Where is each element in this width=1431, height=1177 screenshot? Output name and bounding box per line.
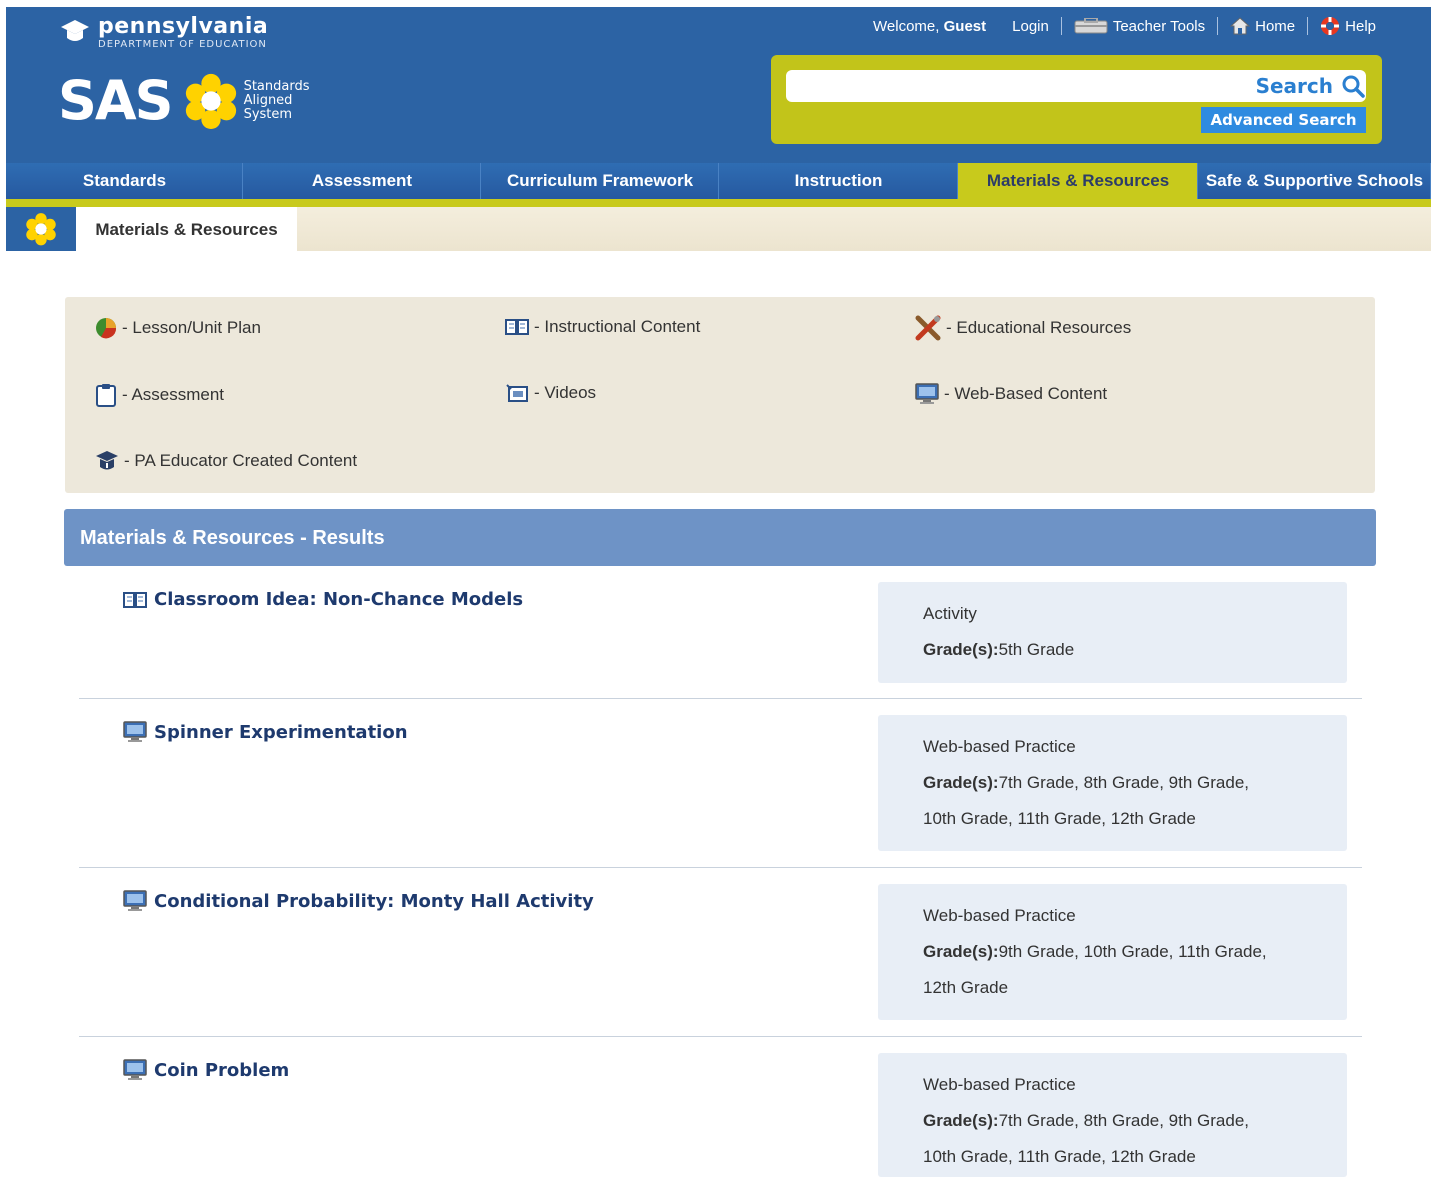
sas-tagline: Standards Aligned System	[243, 79, 310, 122]
monitor-icon	[123, 890, 147, 911]
search-button[interactable]: Search	[1256, 74, 1365, 98]
result-grades: Grade(s):9th Grade, 10th Grade, 11th Gra…	[923, 942, 1267, 961]
link-divider	[1307, 17, 1309, 35]
tab-materials-resources[interactable]: Materials & Resources	[76, 207, 297, 251]
result-type: Web-based Practice	[923, 1075, 1076, 1094]
book-icon	[123, 591, 147, 608]
nav-curriculum-framework[interactable]: Curriculum Framework	[481, 163, 719, 199]
help-label: Help	[1345, 17, 1376, 35]
row-divider	[79, 1036, 1362, 1037]
org-subtitle: DEPARTMENT OF EDUCATION	[98, 39, 267, 50]
utility-links: Welcome, Guest Login Teacher Tools Home	[873, 16, 1376, 36]
home-link[interactable]: Home	[1230, 17, 1295, 35]
legend-item: - Instructional Content	[505, 317, 700, 337]
pie-chart-icon	[96, 318, 117, 339]
teacher-tools-label: Teacher Tools	[1112, 17, 1206, 35]
legend-item: - Web-Based Content	[915, 383, 1107, 405]
home-label: Home	[1255, 17, 1296, 35]
legend-item: - Assessment	[95, 383, 224, 407]
nav-standards[interactable]: Standards	[6, 163, 243, 199]
nav-accent-bar	[6, 199, 1431, 207]
row-divider	[79, 867, 1362, 868]
welcome-user: Guest	[943, 17, 987, 35]
results-heading: Materials & Resources - Results	[80, 527, 385, 549]
lifebuoy-icon	[1321, 17, 1340, 35]
nav-materials-resources[interactable]: Materials & Resources	[958, 163, 1198, 199]
help-link[interactable]: Help	[1320, 16, 1376, 36]
advanced-search-button[interactable]: Advanced Search	[1201, 107, 1366, 133]
legend-item: - Lesson/Unit Plan	[95, 317, 261, 339]
result-grades-cont: 10th Grade, 11th Grade, 12th Grade	[923, 1147, 1196, 1166]
result-meta: Web-based Practice Grade(s):7th Grade, 8…	[878, 1053, 1347, 1177]
result-grades: Grade(s):5th Grade	[923, 640, 1075, 659]
result-title-link[interactable]: Conditional Probability: Monty Hall Acti…	[123, 890, 594, 912]
legend-item: - Videos	[505, 383, 596, 403]
sas-flower-icon	[185, 73, 236, 130]
nav-safe-supportive-schools[interactable]: Safe & Supportive Schools	[1198, 163, 1431, 199]
home-icon	[1230, 17, 1251, 35]
result-grades-cont: 12th Grade	[923, 978, 1009, 997]
login-link[interactable]: Login	[1012, 18, 1049, 35]
section-subbar: Materials & Resources	[6, 207, 1431, 251]
content-type-legend: - Lesson/Unit Plan - Instructional Conte…	[65, 297, 1375, 493]
welcome-text: Welcome, Guest	[873, 17, 987, 35]
legend-item: - PA Educator Created Content	[95, 449, 357, 473]
search-icon	[1342, 75, 1365, 98]
sas-flower-icon	[26, 213, 56, 246]
search-panel: Search Advanced Search	[771, 55, 1382, 144]
result-type: Web-based Practice	[923, 737, 1076, 756]
result-grades: Grade(s):7th Grade, 8th Grade, 9th Grade…	[923, 1111, 1250, 1130]
result-grades-cont: 10th Grade, 11th Grade, 12th Grade	[923, 809, 1196, 828]
result-type: Web-based Practice	[923, 906, 1076, 925]
toolbox-icon	[1074, 18, 1108, 34]
monitor-icon	[123, 1059, 147, 1080]
result-type: Activity	[923, 604, 977, 623]
search-label: Search	[1255, 74, 1333, 98]
result-meta: Activity Grade(s):5th Grade	[878, 582, 1347, 683]
section-flower-badge	[6, 207, 76, 251]
result-title-link[interactable]: Classroom Idea: Non-Chance Models	[123, 589, 523, 610]
result-title-link[interactable]: Spinner Experimentation	[123, 721, 408, 743]
link-divider	[1060, 17, 1062, 35]
main-nav: Standards Assessment Curriculum Framewor…	[6, 163, 1431, 199]
row-divider	[79, 698, 1362, 699]
clipboard-icon	[96, 384, 116, 407]
results-header: Materials & Resources - Results	[64, 509, 1376, 566]
link-divider	[1217, 17, 1219, 35]
sas-logo[interactable]: SAS Standards Aligned System	[58, 71, 310, 131]
monitor-icon	[915, 383, 939, 404]
result-meta: Web-based Practice Grade(s):7th Grade, 8…	[878, 715, 1347, 851]
nav-assessment[interactable]: Assessment	[243, 163, 481, 199]
video-icon	[506, 384, 528, 402]
educator-cap-icon	[96, 451, 118, 470]
nav-instruction[interactable]: Instruction	[719, 163, 958, 199]
legend-item: - Educational Resources	[915, 315, 1131, 341]
graduation-cap-icon	[61, 20, 89, 41]
book-icon	[505, 319, 529, 335]
result-meta: Web-based Practice Grade(s):9th Grade, 1…	[878, 884, 1347, 1020]
teacher-tools-link[interactable]: Teacher Tools	[1074, 18, 1205, 35]
result-title-link[interactable]: Coin Problem	[123, 1059, 289, 1081]
org-name: pennsylvania	[98, 14, 269, 39]
sas-wordmark: SAS	[58, 69, 174, 132]
result-grades: Grade(s):7th Grade, 8th Grade, 9th Grade…	[923, 773, 1250, 792]
pa-department-logo[interactable]: pennsylvania DEPARTMENT OF EDUCATION	[60, 15, 268, 51]
monitor-icon	[123, 721, 147, 742]
tools-icon	[915, 315, 941, 341]
